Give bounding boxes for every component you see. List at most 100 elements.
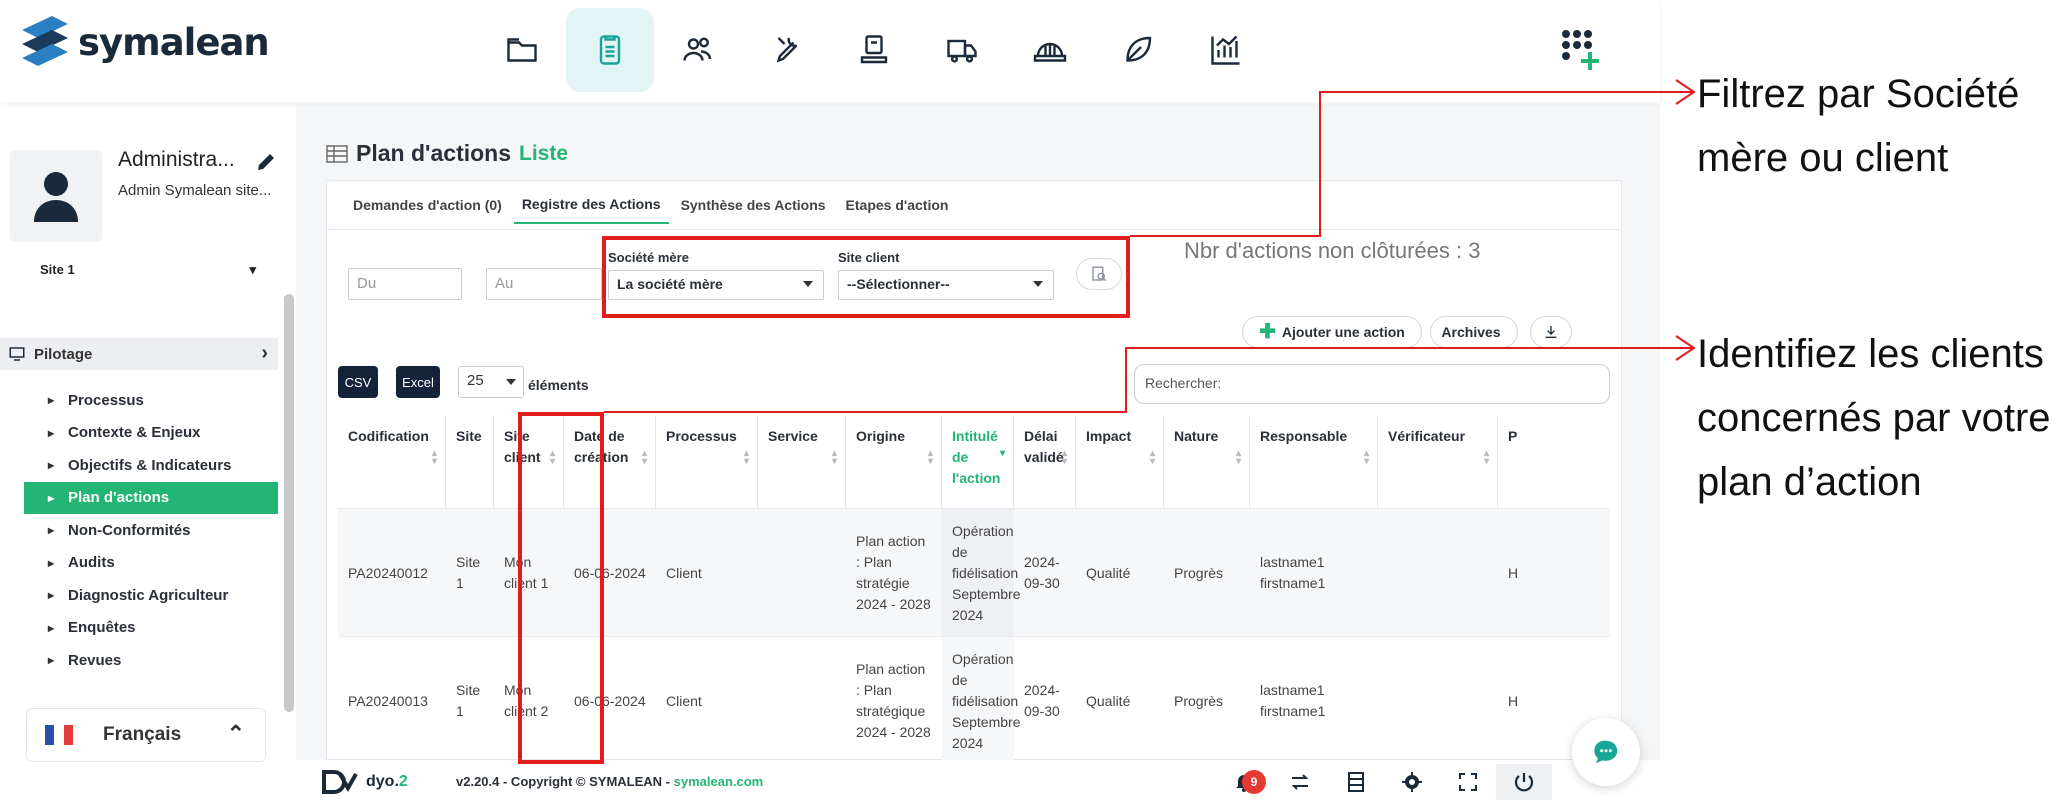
- edit-pencil-icon[interactable]: [254, 150, 278, 174]
- date-from-input[interactable]: Du: [348, 268, 462, 300]
- plus-icon: ✚: [1259, 321, 1276, 343]
- annotation-filter-note: Filtrez par Société mère ou client: [1697, 72, 2020, 180]
- tab-demandes[interactable]: Demandes d'action (0): [345, 187, 510, 223]
- apps-grid-plus-icon[interactable]: [1560, 28, 1608, 72]
- sort-icon: ▴ ▾: [1061, 448, 1067, 467]
- sidebar-scrollbar[interactable]: [284, 294, 294, 712]
- chat-button[interactable]: [1572, 718, 1640, 786]
- sidebar-section-label: Pilotage: [34, 345, 93, 363]
- excel-button[interactable]: Excel: [396, 366, 440, 398]
- column-header-responsable[interactable]: Responsable ▴ ▾: [1250, 416, 1378, 508]
- header-label: Responsable: [1260, 428, 1348, 444]
- page-size-select[interactable]: 25: [458, 366, 524, 398]
- tab-synthese[interactable]: Synthèse des Actions: [673, 187, 834, 223]
- france-flag-icon: [45, 725, 73, 745]
- nav-safety[interactable]: [1006, 8, 1094, 92]
- settings-button[interactable]: [1384, 764, 1440, 800]
- table-row[interactable]: PA20240013 Site 1 Mon client 2 06-06-202…: [338, 636, 1610, 765]
- sidebar-section-pilotage[interactable]: Pilotage ›: [0, 338, 278, 370]
- sort-desc-icon: ▾: [999, 448, 1005, 459]
- column-header-origine[interactable]: Origine ▴ ▾: [846, 416, 942, 508]
- column-header-site-client[interactable]: Site client ▴ ▾: [494, 416, 564, 508]
- nav-maintenance[interactable]: [742, 8, 830, 92]
- sort-icon: ▴ ▾: [743, 448, 749, 467]
- expand-icon: [1459, 773, 1477, 791]
- site-select[interactable]: Site 1 ▾: [40, 262, 256, 278]
- tab-etapes[interactable]: Etapes d'action: [838, 187, 957, 223]
- tab-registre[interactable]: Registre des Actions: [513, 186, 669, 224]
- sidebar-menu: Processus Contexte & Enjeux Objectifs & …: [24, 384, 278, 677]
- nav-equipment[interactable]: [830, 8, 918, 92]
- download-button[interactable]: [1530, 316, 1572, 348]
- column-header-extra[interactable]: P: [1498, 416, 1538, 508]
- column-header-impact[interactable]: Impact ▴ ▾: [1076, 416, 1164, 508]
- nav-environment[interactable]: [1094, 8, 1182, 92]
- list-view-button[interactable]: [1328, 764, 1384, 800]
- logout-button[interactable]: [1496, 764, 1552, 800]
- table-row[interactable]: PA20240012 Site 1 Mon client 1 06-06-202…: [338, 508, 1610, 637]
- footer: dyo. 2 v2.20.4 - Copyright © SYMALEAN - s…: [296, 760, 1660, 802]
- symalean-link[interactable]: symalean.com: [674, 774, 764, 789]
- user-name: Administra...: [118, 148, 235, 171]
- sidebar-item-audits[interactable]: Audits: [24, 547, 278, 580]
- column-header-codification[interactable]: Codification ▴ ▾: [338, 416, 446, 508]
- sidebar-item-objectifs[interactable]: Objectifs & Indicateurs: [24, 449, 278, 482]
- column-header-verificateur[interactable]: Vérificateur ▴ ▾: [1378, 416, 1498, 508]
- add-action-button[interactable]: ✚ Ajouter une action: [1242, 316, 1422, 348]
- sort-icon: ▴ ▾: [641, 448, 647, 467]
- sidebar-item-diagnostic[interactable]: Diagnostic Agriculteur: [24, 579, 278, 612]
- nav-folder[interactable]: [478, 8, 566, 92]
- sort-icon: ▴ ▾: [927, 448, 933, 467]
- annotation-client-note: Identifiez les clients concernés par vot…: [1697, 332, 2051, 504]
- column-header-intitule[interactable]: Intitulé de l'action ▾: [942, 416, 1014, 508]
- column-header-nature[interactable]: Nature ▴ ▾: [1164, 416, 1250, 508]
- document-icon: [599, 35, 621, 65]
- archives-button[interactable]: Archives: [1430, 316, 1518, 348]
- gear-icon: [1402, 772, 1422, 792]
- sidebar-item-processus[interactable]: Processus: [24, 384, 278, 417]
- fullscreen-button[interactable]: [1440, 764, 1496, 800]
- sidebar-item-label: Revues: [68, 651, 122, 669]
- monitor-icon: [9, 347, 25, 361]
- cell-date: 06-06-2024: [574, 564, 646, 581]
- avatar[interactable]: [10, 150, 102, 242]
- cell-code: PA20240012: [348, 564, 428, 581]
- cell-responsable: lastname1 firstname1: [1260, 682, 1326, 719]
- sidebar-item-enquetes[interactable]: Enquêtes: [24, 612, 278, 645]
- app-window: symalean Administra... Admin Symalean si…: [0, 0, 1660, 802]
- language-selector[interactable]: Français ⌃: [26, 708, 266, 762]
- client-site-select[interactable]: --Sélectionner--: [838, 270, 1054, 300]
- switch-button[interactable]: [1272, 764, 1328, 800]
- column-header-service[interactable]: Service ▴ ▾: [758, 416, 846, 508]
- sidebar-item-label: Non-Conformités: [68, 521, 191, 539]
- column-header-processus[interactable]: Processus ▴ ▾: [656, 416, 758, 508]
- parent-company-select[interactable]: La société mère: [608, 270, 824, 300]
- download-icon: [1545, 326, 1557, 338]
- table-search-input[interactable]: Rechercher:: [1134, 364, 1610, 404]
- header-label: Nature: [1174, 428, 1219, 444]
- cell-origine: Plan action : Plan stratégie 2024 - 2028: [856, 533, 931, 612]
- footer-toolbar: 9: [1216, 764, 1552, 800]
- list-icon: [1348, 772, 1364, 792]
- column-header-date[interactable]: Date de création ▴ ▾: [564, 416, 656, 508]
- sidebar-item-non-conformites[interactable]: Non-Conformités: [24, 514, 278, 547]
- nav-documents[interactable]: [566, 8, 654, 92]
- cell-service: [758, 509, 846, 637]
- cell-site-client: Mon client 2: [504, 682, 549, 719]
- csv-button[interactable]: CSV: [338, 366, 378, 398]
- page-size-value: 25: [467, 372, 484, 389]
- dyo-logo: dyo. 2: [320, 768, 408, 796]
- nav-logistics[interactable]: [918, 8, 1006, 92]
- copyright-text: v2.20.4 - Copyright © SYMALEAN -: [456, 774, 674, 789]
- notifications-button[interactable]: 9: [1216, 764, 1272, 800]
- date-to-input[interactable]: Au: [486, 268, 602, 300]
- sidebar-item-contexte[interactable]: Contexte & Enjeux: [24, 417, 278, 450]
- search-button[interactable]: [1076, 258, 1122, 290]
- sidebar-item-plan-actions[interactable]: Plan d'actions: [24, 481, 278, 514]
- sidebar-item-revues[interactable]: Revues: [24, 644, 278, 677]
- nav-reporting[interactable]: [1182, 8, 1270, 92]
- column-header-site[interactable]: Site: [446, 416, 494, 508]
- nav-users[interactable]: [654, 8, 742, 92]
- column-header-delai[interactable]: Délai validé ▴ ▾: [1014, 416, 1076, 508]
- logo[interactable]: symalean: [18, 14, 270, 70]
